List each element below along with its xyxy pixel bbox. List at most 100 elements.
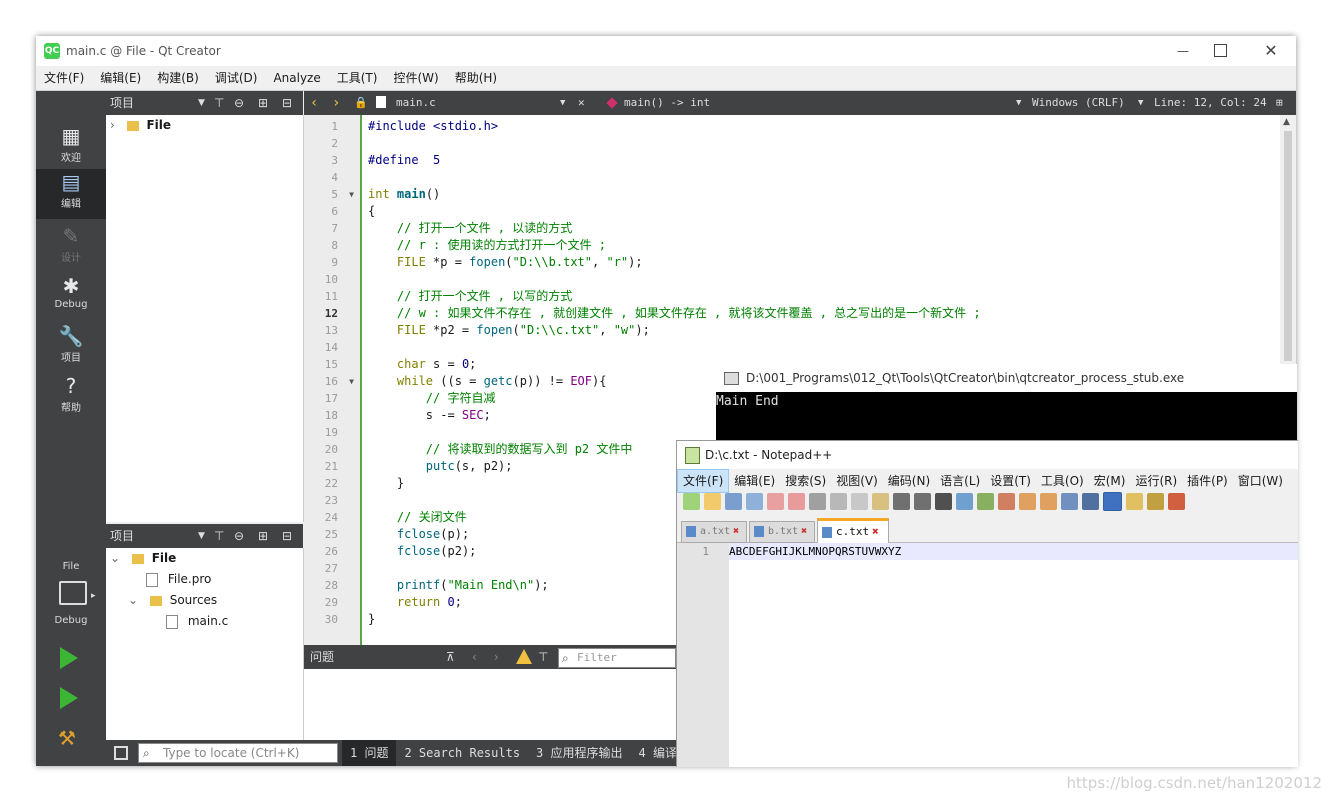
code-line[interactable]: // 字符自减: [368, 390, 496, 407]
find-icon[interactable]: [935, 493, 952, 510]
filter-icon[interactable]: ⊤: [214, 524, 224, 548]
dropdown-arrow-icon[interactable]: ▼: [560, 91, 565, 115]
npp-menu-file[interactable]: 文件(F): [677, 469, 730, 493]
mode-edit[interactable]: ▤ 编辑: [36, 169, 106, 219]
close-document-icon[interactable]: ✕: [578, 91, 585, 115]
code-line[interactable]: }: [368, 475, 404, 492]
cut-icon[interactable]: [830, 493, 847, 510]
filter-icon[interactable]: ⊤: [214, 91, 224, 115]
indent-guide-icon[interactable]: [1103, 492, 1122, 511]
filter-icon[interactable]: ⊤: [538, 645, 548, 669]
code-line[interactable]: fclose(p);: [368, 526, 469, 543]
print-icon[interactable]: [809, 493, 826, 510]
copy-icon[interactable]: [851, 493, 868, 510]
code-line[interactable]: while ((s = getc(p)) != EOF){: [368, 373, 607, 390]
cursor-position[interactable]: Line: 12, Col: 24: [1154, 91, 1267, 115]
code-line[interactable]: putc(s, p2);: [368, 458, 513, 475]
close-file-icon[interactable]: [767, 493, 784, 510]
code-line[interactable]: return 0;: [368, 594, 462, 611]
split-icon[interactable]: ⊞: [1276, 91, 1283, 115]
code-line[interactable]: #include <stdio.h>: [368, 118, 498, 135]
locator-input[interactable]: ⌕ Type to locate (Ctrl+K): [138, 743, 338, 763]
npp-menu-run[interactable]: 运行(R): [1130, 470, 1182, 492]
npp-menu-encoding[interactable]: 编码(N): [883, 470, 935, 492]
tab-app-output[interactable]: 3 应用程序输出: [528, 740, 630, 766]
menu-analyze[interactable]: Analyze: [265, 66, 328, 90]
code-line[interactable]: // 关闭文件: [368, 509, 467, 526]
code-line[interactable]: // 打开一个文件 , 以写的方式: [368, 288, 572, 305]
menu-file[interactable]: 文件(F): [36, 66, 92, 90]
tab-close-icon[interactable]: ✖: [733, 526, 739, 537]
tree-row-sources[interactable]: ⌄ Sources: [128, 590, 217, 611]
tab-search-results[interactable]: 2 Search Results: [396, 740, 528, 766]
code-line[interactable]: int main(): [368, 186, 440, 203]
save-all-icon[interactable]: [746, 493, 763, 510]
code-line[interactable]: // r : 使用读的方式打开一个文件 ;: [368, 237, 606, 254]
sync-v-icon[interactable]: [1019, 493, 1036, 510]
code-line[interactable]: FILE *p2 = fopen("D:\\c.txt", "w");: [368, 322, 650, 339]
code-line[interactable]: // w : 如果文件不存在 , 就创建文件 , 如果文件存在 , 就将该文件覆…: [368, 305, 981, 322]
code-line[interactable]: #define 5: [368, 152, 440, 169]
open-file-icon[interactable]: [704, 493, 721, 510]
undo-icon[interactable]: [893, 493, 910, 510]
npp-menu-view[interactable]: 视图(V): [831, 470, 883, 492]
mode-projects[interactable]: 🔧 项目: [36, 323, 106, 371]
code-line[interactable]: }: [368, 611, 375, 628]
tree-row-file-open[interactable]: ⌄ File: [110, 548, 176, 569]
toggle-sidebar-icon[interactable]: [114, 746, 128, 760]
function-selector[interactable]: main() -> int: [624, 91, 710, 115]
scroll-up-icon[interactable]: ▲: [1283, 117, 1290, 127]
line-ending-selector[interactable]: Windows (CRLF): [1032, 91, 1125, 115]
menu-help[interactable]: 帮助(H): [447, 66, 505, 90]
code-line[interactable]: FILE *p = fopen("D:\\b.txt", "r");: [368, 254, 643, 271]
dropdown-arrow-icon[interactable]: ▼: [1016, 91, 1021, 115]
sync-h-icon[interactable]: [1040, 493, 1057, 510]
npp-menu-plugins[interactable]: 插件(P): [1182, 470, 1233, 492]
save-icon[interactable]: [725, 493, 742, 510]
dropdown-arrow-icon[interactable]: ▼: [198, 524, 205, 548]
code-line[interactable]: fclose(p2);: [368, 543, 476, 560]
paste-icon[interactable]: [872, 493, 889, 510]
menu-tools[interactable]: 工具(T): [329, 66, 386, 90]
menu-widgets[interactable]: 控件(W): [385, 66, 446, 90]
close-button[interactable]: ✕: [1256, 36, 1286, 66]
next-icon[interactable]: ›: [494, 645, 499, 669]
npp-menu-macro[interactable]: 宏(M): [1089, 470, 1131, 492]
build-hammer-icon[interactable]: ⚒: [58, 726, 76, 750]
zoom-in-icon[interactable]: [977, 493, 994, 510]
npp-menu-language[interactable]: 语言(L): [935, 470, 985, 492]
mode-welcome[interactable]: ▦ 欢迎: [36, 123, 106, 171]
menu-build[interactable]: 构建(B): [149, 66, 207, 90]
tree-row-main-c[interactable]: main.c: [166, 611, 228, 632]
dropdown-arrow-icon[interactable]: ▼: [1138, 91, 1143, 115]
mode-debug[interactable]: ✱ Debug: [36, 273, 106, 321]
npp-menu-settings[interactable]: 设置(T): [985, 470, 1036, 492]
code-line[interactable]: printf("Main End\n");: [368, 577, 549, 594]
run-icon[interactable]: [60, 647, 78, 669]
npp-menu-window[interactable]: 窗口(W): [1233, 470, 1288, 492]
split-icon[interactable]: ⊞: [258, 91, 268, 115]
minimize-button[interactable]: —: [1168, 36, 1198, 66]
mode-help[interactable]: ? 帮助: [36, 373, 106, 421]
tab-close-icon[interactable]: ✖: [872, 525, 879, 538]
function-list-icon[interactable]: [1147, 493, 1164, 510]
close-pane-icon[interactable]: ⊟: [282, 524, 292, 548]
fold-marker-icon[interactable]: ▼: [344, 186, 354, 203]
tree-row-file[interactable]: › File: [110, 115, 171, 136]
maximize-button[interactable]: [1214, 44, 1227, 57]
tab-b-txt[interactable]: b.txt ✖: [749, 521, 815, 543]
back-arrow-icon[interactable]: ‹: [310, 91, 318, 115]
editor-file-name[interactable]: main.c: [396, 91, 436, 115]
tab-a-txt[interactable]: a.txt ✖: [681, 521, 747, 543]
menu-debug[interactable]: 调试(D): [207, 66, 266, 90]
wrap-icon[interactable]: [1061, 493, 1078, 510]
issues-filter-input[interactable]: ⌕ Filter: [558, 648, 676, 668]
close-all-icon[interactable]: [788, 493, 805, 510]
code-line[interactable]: char s = 0;: [368, 356, 477, 373]
link-icon[interactable]: ⊖: [234, 524, 244, 548]
code-line[interactable]: // 打开一个文件 , 以读的方式: [368, 220, 572, 237]
prev-icon[interactable]: ‹: [472, 645, 477, 669]
npp-menu-edit[interactable]: 编辑(E): [729, 470, 780, 492]
menu-edit[interactable]: 编辑(E): [92, 66, 149, 90]
record-macro-icon[interactable]: [1168, 493, 1185, 510]
